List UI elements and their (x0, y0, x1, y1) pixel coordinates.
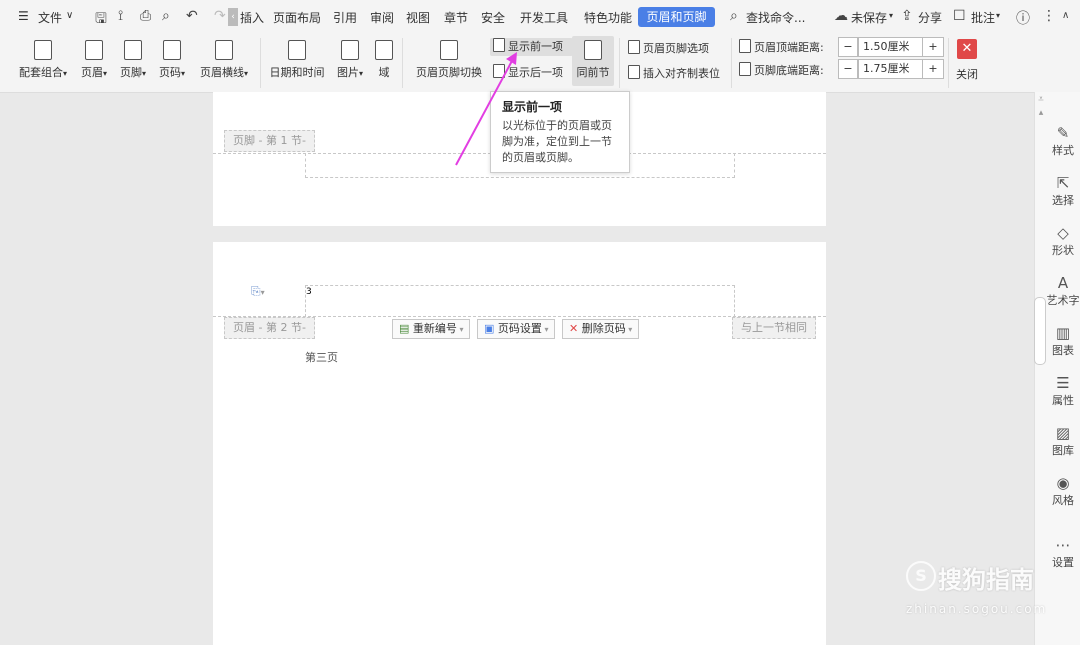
panel-properties[interactable]: ☰ 属性 (1045, 374, 1080, 408)
watermark-brand: 搜狗指南 (938, 566, 1034, 594)
panel-styles-label: 样式 (1052, 144, 1074, 157)
sogou-logo-icon: S (906, 561, 936, 591)
annotation-arrow (455, 52, 517, 166)
pen-icon: ✎ (1056, 124, 1070, 142)
panel-style-label: 风格 (1052, 494, 1074, 507)
more-icon: ⋯ (1055, 536, 1071, 554)
panel-gallery-label: 图库 (1052, 444, 1074, 457)
scroll-up-icon[interactable]: ▴ (1035, 108, 1047, 118)
panel-settings-label: 设置 (1052, 556, 1074, 569)
panel-properties-label: 属性 (1052, 394, 1074, 407)
panel-select-label: 选择 (1052, 194, 1074, 207)
watermark-url: zhinan.sogou.com (906, 602, 1048, 616)
panel-settings[interactable]: ⋯ 设置 (1045, 536, 1080, 570)
wordart-icon: A (1057, 274, 1069, 292)
cursor-icon: ⇱ (1056, 174, 1070, 192)
panel-shapes-label: 形状 (1052, 244, 1074, 257)
shapes-icon: ◇ (1057, 224, 1069, 242)
panel-chart[interactable]: ▥ 图表 (1045, 324, 1080, 358)
gallery-icon: ▨ (1055, 424, 1071, 442)
panel-wordart-label: 艺术字 (1046, 294, 1080, 307)
sliders-icon: ☰ (1056, 374, 1070, 392)
panel-select[interactable]: ⇱ 选择 (1045, 174, 1080, 208)
panel-style[interactable]: ◉ 风格 (1045, 474, 1080, 508)
panel-gallery[interactable]: ▨ 图库 (1045, 424, 1080, 458)
vertical-scrollbar[interactable] (1034, 297, 1046, 365)
collapse-panel-icon[interactable]: ⩡ (1035, 94, 1047, 105)
panel-wordart[interactable]: A 艺术字 (1045, 274, 1080, 308)
panel-shapes[interactable]: ◇ 形状 (1045, 224, 1080, 258)
style-icon: ◉ (1056, 474, 1070, 492)
panel-styles[interactable]: ✎ 样式 (1045, 124, 1080, 158)
right-side-panel: ⩡ ▴ ✎ 样式 ⇱ 选择 ◇ 形状 A 艺术字 ▥ 图表 ☰ 属性 ▨ 图库 ◉ 风格 ⋯ 设置 (1034, 92, 1080, 645)
chart-icon: ▥ (1055, 324, 1071, 342)
panel-chart-label: 图表 (1052, 344, 1074, 357)
